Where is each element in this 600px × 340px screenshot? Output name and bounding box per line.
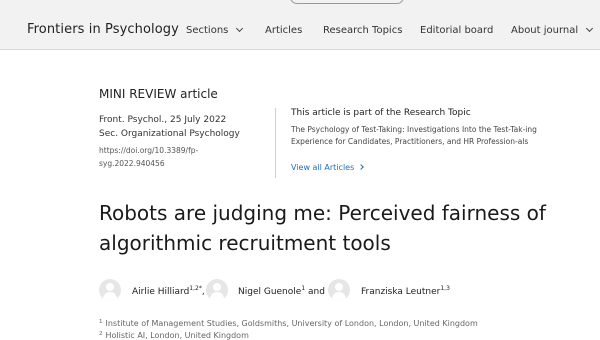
author-affiliation-marker: 1,2* [189,285,202,292]
site-header: Frontiers in Psychology Sections Article… [0,0,600,50]
author-name: Airlie Hilliard [132,287,190,297]
doi-link[interactable]: https://doi.org/10.3389/fp-syg.2022.9404… [99,144,219,170]
journal-brand-link[interactable]: Frontiers in Psychology [27,22,179,37]
view-all-articles-link[interactable]: View all Articles [291,163,365,172]
affiliation-number: 2 [99,331,103,337]
research-topic-heading: This article is part of the Research Top… [291,108,471,118]
avatar[interactable] [328,279,350,301]
author-affiliation-marker: 1,3 [440,285,450,292]
affiliation-text: Institute of Management Studies, Goldsmi… [105,319,478,328]
article-title: Robots are judging me: Perceived fairnes… [99,201,546,255]
article-section: Sec. Organizational Psychology [99,129,240,139]
author-name: Franziska Leutner [361,287,441,297]
chevron-down-icon [586,24,594,33]
nav-about-journal-label: About journal [511,25,579,36]
chevron-down-icon [236,24,244,33]
author-link[interactable]: Franziska Leutner1,3 [361,285,450,297]
nav-research-topics-label: Research Topics [323,25,403,36]
divider [275,108,276,178]
affiliation: 1 Institute of Management Studies, Goldsm… [99,319,478,328]
chevron-right-icon [358,164,365,170]
affiliation-text: Holistic AI, London, United Kingdom [105,331,249,340]
nav-about-journal[interactable]: About journal [511,24,594,36]
article-type: MINI REVIEW article [99,87,218,101]
nav-research-topics[interactable]: Research Topics [323,25,402,36]
affiliation-number: 1 [99,319,103,325]
nav-editorial-board[interactable]: Editorial board [420,25,493,36]
affiliation: 2 Holistic AI, London, United Kingdom [99,331,249,340]
view-all-articles-label: View all Articles [291,163,355,172]
author-separator: and [305,287,325,297]
nav-articles[interactable]: Articles [265,25,302,36]
avatar[interactable] [206,279,228,301]
nav-sections-label: Sections [186,25,229,36]
author-name: Nigel Guenole [238,287,302,297]
author-link[interactable]: Airlie Hilliard1,2*, [132,285,205,297]
nav-sections[interactable]: Sections [186,24,244,36]
nav-editorial-board-label: Editorial board [420,25,494,36]
author-separator: , [201,287,205,297]
avatar[interactable] [99,279,121,301]
nav-articles-label: Articles [265,25,303,36]
research-topic-name[interactable]: The Psychology of Test-Taking: Investiga… [291,124,541,148]
header-search-pill[interactable] [290,0,404,4]
journal-date: Front. Psychol., 25 July 2022 [99,115,227,125]
author-link[interactable]: Nigel Guenole1 and [238,285,325,297]
author-list: Airlie Hilliard1,2*, Nigel Guenole1 and … [99,279,569,303]
